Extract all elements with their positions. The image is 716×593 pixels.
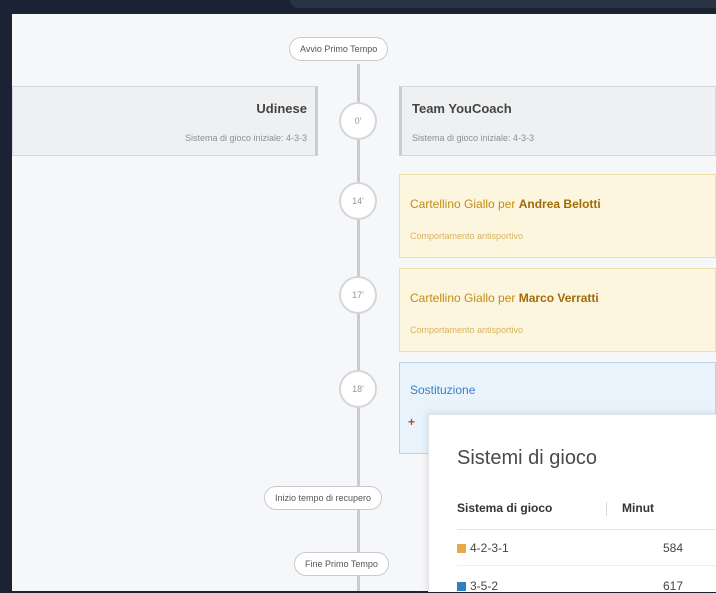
home-team-card: Udinese Sistema di gioco iniziale: 4-3-3: [12, 86, 318, 156]
stoppage-time-label: Inizio tempo di recupero: [275, 493, 372, 503]
formation-minutes: 584: [663, 541, 684, 555]
column-divider: [605, 501, 607, 516]
home-team-name: Udinese: [256, 101, 307, 116]
table-divider: [457, 565, 716, 566]
yellow-card-title: Cartellino Giallo per Marco Verratti: [410, 291, 599, 305]
yellow-card-reason: Comportamento antisportivo: [410, 231, 524, 241]
column-header-system: Sistema di gioco: [457, 501, 553, 515]
end-first-half-pill: Fine Primo Tempo: [294, 552, 389, 576]
yellow-card-prefix: Cartellino Giallo per: [410, 197, 519, 211]
table-row: 4-2-3-1: [457, 541, 509, 555]
substitution-title: Sostituzione: [410, 383, 476, 397]
event-minute: 18': [352, 384, 364, 394]
event-minute-marker: 14': [339, 182, 377, 220]
yellow-card-title: Cartellino Giallo per Andrea Belotti: [410, 197, 601, 211]
away-team-system: Sistema di gioco iniziale: 4-3-3: [412, 133, 535, 143]
event-minute-marker: 17': [339, 276, 377, 314]
formations-table-header: Sistema di gioco Minut: [457, 501, 716, 516]
start-first-half-pill: Avvio Primo Tempo: [289, 37, 389, 61]
column-header-minutes: Minut: [622, 501, 655, 515]
away-team-card: Team YouCoach Sistema di gioco iniziale:…: [399, 86, 716, 156]
yellow-card-event[interactable]: Cartellino Giallo per Andrea Belotti Com…: [399, 174, 716, 258]
yellow-card-player: Marco Verratti: [518, 291, 599, 305]
formations-popup-title: Sistemi di gioco: [457, 447, 598, 469]
top-bar: [0, 0, 716, 14]
away-team-name: Team YouCoach: [412, 101, 512, 116]
kickoff-minute: 0': [354, 116, 362, 126]
stoppage-time-pill: Inizio tempo di recupero: [264, 486, 383, 510]
end-first-half-label: Fine Primo Tempo: [305, 559, 378, 569]
kickoff-minute-marker: 0': [339, 102, 377, 140]
yellow-card-player: Andrea Belotti: [518, 197, 601, 211]
formations-popup: Sistemi di gioco Sistema di gioco Minut …: [428, 414, 716, 593]
formation-name: 4-2-3-1: [470, 541, 509, 555]
top-bar-strip: [290, 0, 716, 8]
substitution-in-icon: +: [408, 415, 416, 429]
event-minute: 14': [352, 196, 364, 206]
yellow-card-reason: Comportamento antisportivo: [410, 325, 524, 335]
start-first-half-label: Avvio Primo Tempo: [300, 44, 378, 54]
event-minute: 17': [352, 290, 364, 300]
formation-color-swatch: [457, 582, 466, 592]
table-divider: [457, 529, 716, 530]
event-minute-marker: 18': [339, 370, 377, 408]
yellow-card-prefix: Cartellino Giallo per: [410, 291, 519, 305]
yellow-card-event[interactable]: Cartellino Giallo per Marco Verratti Com…: [399, 268, 716, 352]
timeline-axis: [357, 64, 360, 591]
formation-color-swatch: [457, 544, 466, 554]
home-team-system: Sistema di gioco iniziale: 4-3-3: [184, 133, 307, 143]
